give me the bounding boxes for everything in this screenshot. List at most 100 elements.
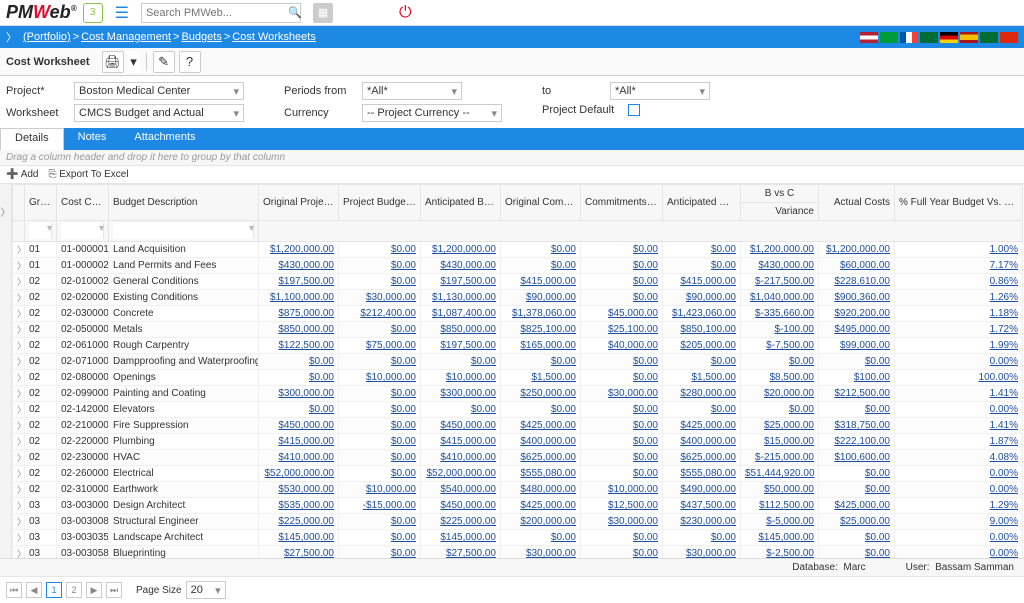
filter-code[interactable]: ▼ (57, 221, 109, 242)
table-row[interactable]: 〉0202-310000Earthwork$530,000.00$10,000.… (13, 482, 1023, 498)
col-group1[interactable]: Group1 (25, 185, 57, 221)
print-icon[interactable]: 🖨 (102, 51, 124, 73)
table-row[interactable]: 〉0303-003035Landscape Architect$145,000.… (13, 530, 1023, 546)
col-ac[interactable]: Anticipated Cost (663, 185, 741, 221)
col-desc[interactable]: Budget Description (109, 185, 259, 221)
power-icon[interactable]: ⏻ (399, 4, 412, 22)
flag-br[interactable] (880, 32, 898, 43)
table-row[interactable]: 〉0202-099000Painting and Coating$300,000… (13, 386, 1023, 402)
crumb-budgets[interactable]: Budgets (181, 31, 221, 43)
cell-group: 02 (25, 386, 57, 402)
col-cost-code[interactable]: Cost Code (57, 185, 109, 221)
pagesize-select[interactable]: 20 (186, 581, 226, 599)
expand-row-icon[interactable]: 〉 (13, 242, 25, 258)
col-actual[interactable]: Actual Costs (819, 185, 895, 221)
search-input[interactable] (146, 7, 288, 19)
periods-from-select[interactable]: *All* (362, 82, 462, 100)
expand-row-icon[interactable]: 〉 (13, 338, 25, 354)
flag-es[interactable] (960, 32, 978, 43)
expand-row-icon[interactable]: 〉 (13, 482, 25, 498)
col-opb[interactable]: Original Project Budget (259, 185, 339, 221)
crumb-portfolio[interactable]: (Portfolio) (23, 31, 71, 43)
table-row[interactable]: 〉0202-230000HVAC$410,000.00$0.00$410,000… (13, 450, 1023, 466)
cell-cr: $0.00 (581, 450, 663, 466)
print-dropdown-icon[interactable]: ▾ (128, 51, 140, 73)
table-row[interactable]: 〉0202-220000Plumbing$415,000.00$0.00$415… (13, 434, 1023, 450)
col-pct[interactable]: % Full Year Budget Vs. Full Year Actual … (895, 185, 1023, 221)
col-variance[interactable]: Variance (741, 203, 819, 221)
expand-row-icon[interactable]: 〉 (13, 530, 25, 546)
col-oc[interactable]: Original Commitments (501, 185, 581, 221)
expand-row-icon[interactable]: 〉 (13, 450, 25, 466)
export-excel-button[interactable]: ⎘ Export To Excel (48, 169, 128, 180)
expand-row-icon[interactable]: 〉 (13, 514, 25, 530)
expand-row-icon[interactable]: 〉 (13, 418, 25, 434)
cell-opb: $450,000.00 (259, 418, 339, 434)
help-icon[interactable]: ? (179, 51, 201, 73)
col-bvc-group[interactable]: B vs C (741, 185, 819, 203)
col-pbc[interactable]: Project Budget Changes (339, 185, 421, 221)
col-cr[interactable]: Commitments Revisions (581, 185, 663, 221)
tab-notes[interactable]: Notes (64, 128, 121, 150)
flag-cn[interactable] (1000, 32, 1018, 43)
expand-row-icon[interactable]: 〉 (13, 434, 25, 450)
project-select[interactable]: Boston Medical Center (74, 82, 244, 100)
expand-row-icon[interactable]: 〉 (13, 306, 25, 322)
flag-sa[interactable] (980, 32, 998, 43)
search-input-wrap[interactable]: 🔍 (141, 3, 301, 23)
flag-de[interactable] (940, 32, 958, 43)
to-select[interactable]: *All* (610, 82, 710, 100)
filter-group1[interactable]: ▼ (25, 221, 57, 242)
filter-desc[interactable]: ▼ (109, 221, 259, 242)
calendar-icon[interactable]: ▦ (313, 3, 333, 23)
col-ab[interactable]: Anticipated Budget (421, 185, 501, 221)
crumb-cost-mgmt[interactable]: Cost Management (81, 31, 171, 43)
project-default-checkbox[interactable] (628, 104, 640, 116)
worksheet-select[interactable]: CMCS Budget and Actual (74, 104, 244, 122)
table-row[interactable]: 〉0202-020000Existing Conditions$1,100,00… (13, 290, 1023, 306)
flag-fr[interactable] (900, 32, 918, 43)
table-row[interactable]: 〉0303-003000Design Architect$535,000.00-… (13, 498, 1023, 514)
crumb-worksheets[interactable]: Cost Worksheets (232, 31, 316, 43)
flag-sa2[interactable] (920, 32, 938, 43)
expand-panel-icon[interactable]: 〉 (0, 184, 12, 576)
pager-last[interactable]: ⏭ (106, 582, 122, 598)
table-row[interactable]: 〉0202-260000Electrical$52,000,000.00$0.0… (13, 466, 1023, 482)
table-row[interactable]: 〉0202-080000Openings$0.00$10,000.00$10,0… (13, 370, 1023, 386)
expand-row-icon[interactable]: 〉 (13, 498, 25, 514)
pager-next[interactable]: ▶ (86, 582, 102, 598)
currency-select[interactable]: -- Project Currency -- (362, 104, 502, 122)
shield-badge[interactable]: 3 (83, 3, 103, 23)
expand-row-icon[interactable]: 〉 (13, 466, 25, 482)
tab-attachments[interactable]: Attachments (120, 128, 209, 150)
pager-first[interactable]: ⏮ (6, 582, 22, 598)
table-row[interactable]: 〉0303-003008Structural Engineer$225,000.… (13, 514, 1023, 530)
expand-row-icon[interactable]: 〉 (13, 274, 25, 290)
table-row[interactable]: 〉0202-050000Metals$850,000.00$0.00$850,0… (13, 322, 1023, 338)
expand-row-icon[interactable]: 〉 (13, 322, 25, 338)
table-row[interactable]: 〉0202-071000Dampproofing and Waterproofi… (13, 354, 1023, 370)
expand-row-icon[interactable]: 〉 (13, 290, 25, 306)
expand-row-icon[interactable]: 〉 (13, 354, 25, 370)
table-row[interactable]: 〉0101-000001Land Acquisition$1,200,000.0… (13, 242, 1023, 258)
tab-details[interactable]: Details (0, 128, 64, 150)
flag-us[interactable] (860, 32, 878, 43)
edit-icon[interactable]: ✎ (153, 51, 175, 73)
expand-row-icon[interactable]: 〉 (13, 370, 25, 386)
expand-row-icon[interactable]: 〉 (13, 258, 25, 274)
menu-icon[interactable]: ☰ (115, 3, 129, 23)
table-row[interactable]: 〉0202-142000Elevators$0.00$0.00$0.00$0.0… (13, 402, 1023, 418)
table-row[interactable]: 〉0202-010002General Conditions$197,500.0… (13, 274, 1023, 290)
pager-prev[interactable]: ◀ (26, 582, 42, 598)
group-drop-zone[interactable]: Drag a column header and drop it here to… (0, 150, 1024, 166)
pager-page-2[interactable]: 2 (66, 582, 82, 598)
pager-page-1[interactable]: 1 (46, 582, 62, 598)
expand-row-icon[interactable]: 〉 (13, 386, 25, 402)
table-row[interactable]: 〉0202-210000Fire Suppression$450,000.00$… (13, 418, 1023, 434)
search-icon[interactable]: 🔍 (288, 6, 302, 19)
expand-row-icon[interactable]: 〉 (13, 402, 25, 418)
add-button[interactable]: ➕ Add (6, 169, 38, 180)
table-row[interactable]: 〉0101-000002Land Permits and Fees$430,00… (13, 258, 1023, 274)
table-row[interactable]: 〉0202-061000Rough Carpentry$122,500.00$7… (13, 338, 1023, 354)
table-row[interactable]: 〉0202-030000Concrete$875,000.00$212,400.… (13, 306, 1023, 322)
